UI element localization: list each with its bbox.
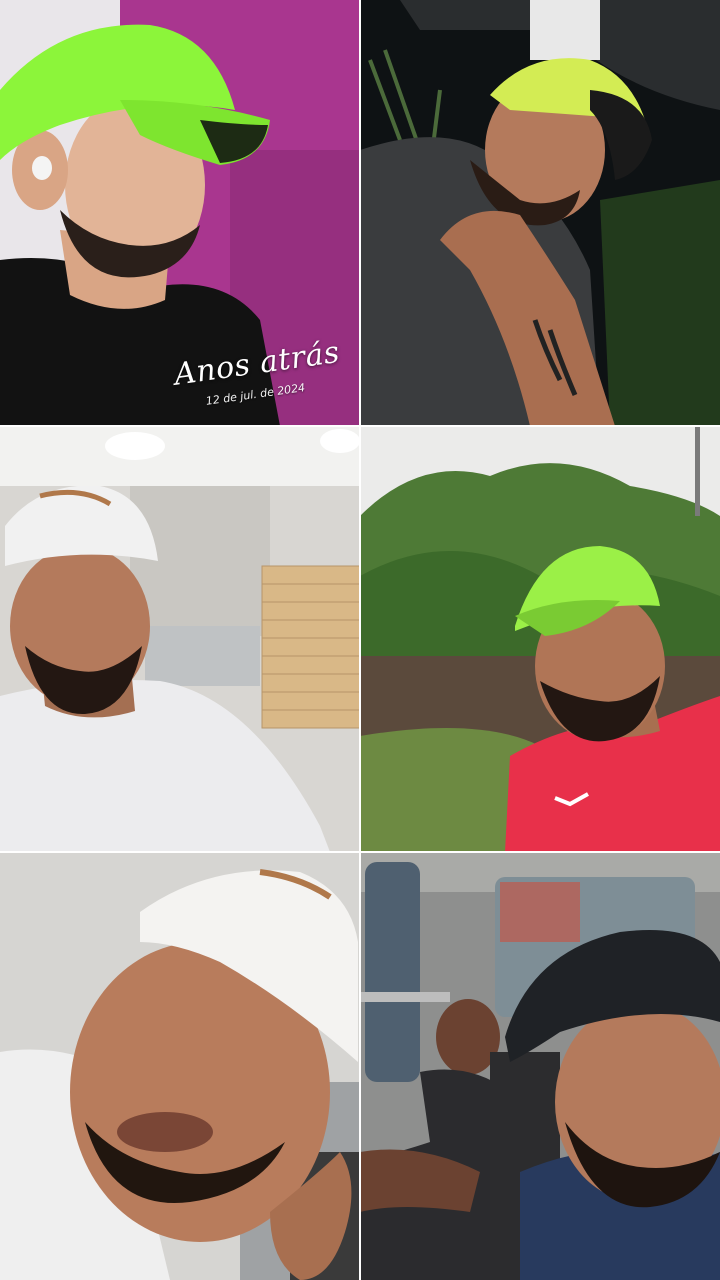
photo-5-image bbox=[0, 852, 360, 1280]
photo-4[interactable] bbox=[360, 426, 720, 852]
photo-2[interactable] bbox=[360, 0, 720, 426]
photo-2-image bbox=[360, 0, 720, 426]
collage-divider-horizontal-1 bbox=[0, 425, 720, 427]
photo-1[interactable]: Anos atrás 12 de jul. de 2024 bbox=[0, 0, 360, 426]
collage-divider-horizontal-2 bbox=[0, 851, 720, 853]
photo-3-image bbox=[0, 426, 360, 852]
photo-6[interactable] bbox=[360, 852, 720, 1280]
photo-5[interactable] bbox=[0, 852, 360, 1280]
photo-3[interactable] bbox=[0, 426, 360, 852]
photo-4-image bbox=[360, 426, 720, 852]
photo-6-image bbox=[360, 852, 720, 1280]
collage-divider-vertical bbox=[359, 0, 361, 1280]
